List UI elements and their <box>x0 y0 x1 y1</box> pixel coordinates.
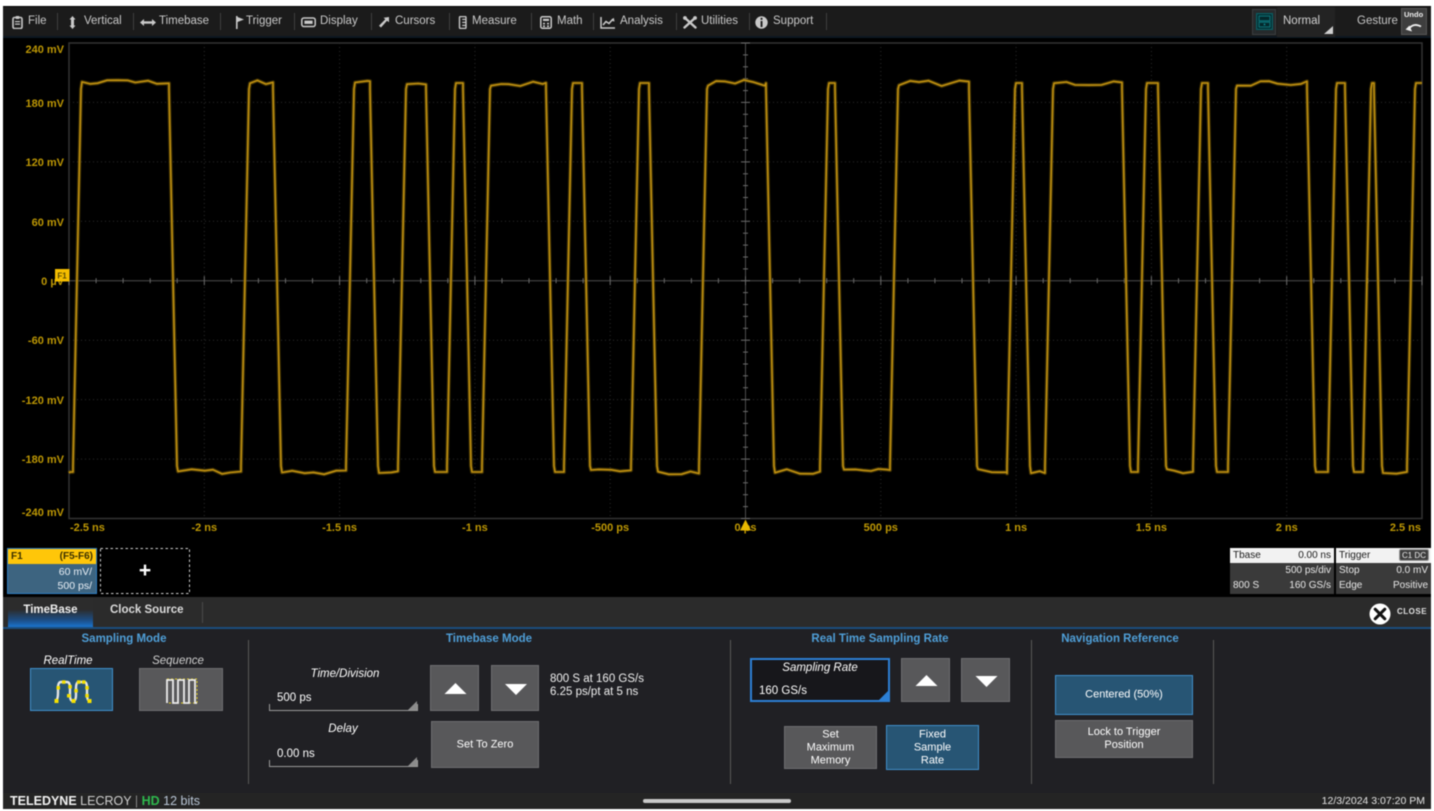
svg-text:2.5 ns: 2.5 ns <box>1390 522 1421 534</box>
svg-text:120 mV: 120 mV <box>25 157 64 169</box>
svg-text:-240 mV: -240 mV <box>22 507 65 519</box>
svg-text:-60 mV: -60 mV <box>28 335 65 347</box>
svg-text:-120 mV: -120 mV <box>22 395 65 407</box>
svg-text:F1: F1 <box>57 272 67 281</box>
svg-text:60 mV: 60 mV <box>32 217 65 229</box>
svg-text:2 ns: 2 ns <box>1276 522 1298 534</box>
svg-text:1.5 ns: 1.5 ns <box>1136 522 1167 534</box>
svg-text:240 mV: 240 mV <box>25 44 64 56</box>
svg-text:-2 ns: -2 ns <box>191 522 217 534</box>
svg-text:-180 mV: -180 mV <box>22 454 65 466</box>
svg-text:-500 ps: -500 ps <box>591 522 629 534</box>
svg-text:180 mV: 180 mV <box>25 98 64 110</box>
svg-text:500 ps: 500 ps <box>864 522 898 534</box>
svg-text:-2.5 ns: -2.5 ns <box>70 522 105 534</box>
svg-text:-1 ns: -1 ns <box>462 522 488 534</box>
svg-text:1 ns: 1 ns <box>1005 522 1027 534</box>
svg-text:-1.5 ns: -1.5 ns <box>322 522 357 534</box>
